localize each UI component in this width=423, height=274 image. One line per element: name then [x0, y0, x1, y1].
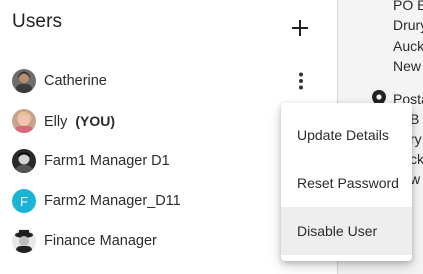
user-name: Elly (YOU) [44, 112, 116, 130]
user-name: Farm1 Manager D1 [44, 153, 170, 169]
users-screen: Users Catherine Elly (YOU) Farm1 Manager… [0, 0, 423, 274]
more-options-button[interactable] [289, 69, 313, 93]
user-name: Finance Manager [44, 233, 157, 249]
you-badge: (YOU) [75, 112, 116, 129]
avatar [12, 109, 36, 133]
plus-icon [292, 20, 308, 36]
page-title: Users [12, 11, 63, 32]
address-line: New [393, 58, 422, 74]
address-line: Drury [393, 17, 423, 33]
user-name: Farm2 Manager_D11 [44, 193, 181, 209]
avatar: F [12, 189, 36, 213]
more-vert-icon [299, 72, 303, 90]
avatar [12, 229, 36, 253]
avatar [12, 149, 36, 173]
address-line: PO B [393, 0, 423, 13]
user-name: Catherine [44, 73, 107, 89]
menu-item-update-details[interactable]: Update Details [281, 111, 412, 159]
user-context-menu: Update Details Reset Password Disable Us… [281, 103, 412, 261]
add-user-button[interactable] [286, 14, 314, 42]
menu-item-reset-password[interactable]: Reset Password [281, 159, 412, 207]
avatar [12, 69, 36, 93]
user-row[interactable]: Catherine [0, 61, 337, 101]
address-line: Auck [393, 38, 423, 54]
menu-item-disable-user[interactable]: Disable User [281, 207, 412, 255]
